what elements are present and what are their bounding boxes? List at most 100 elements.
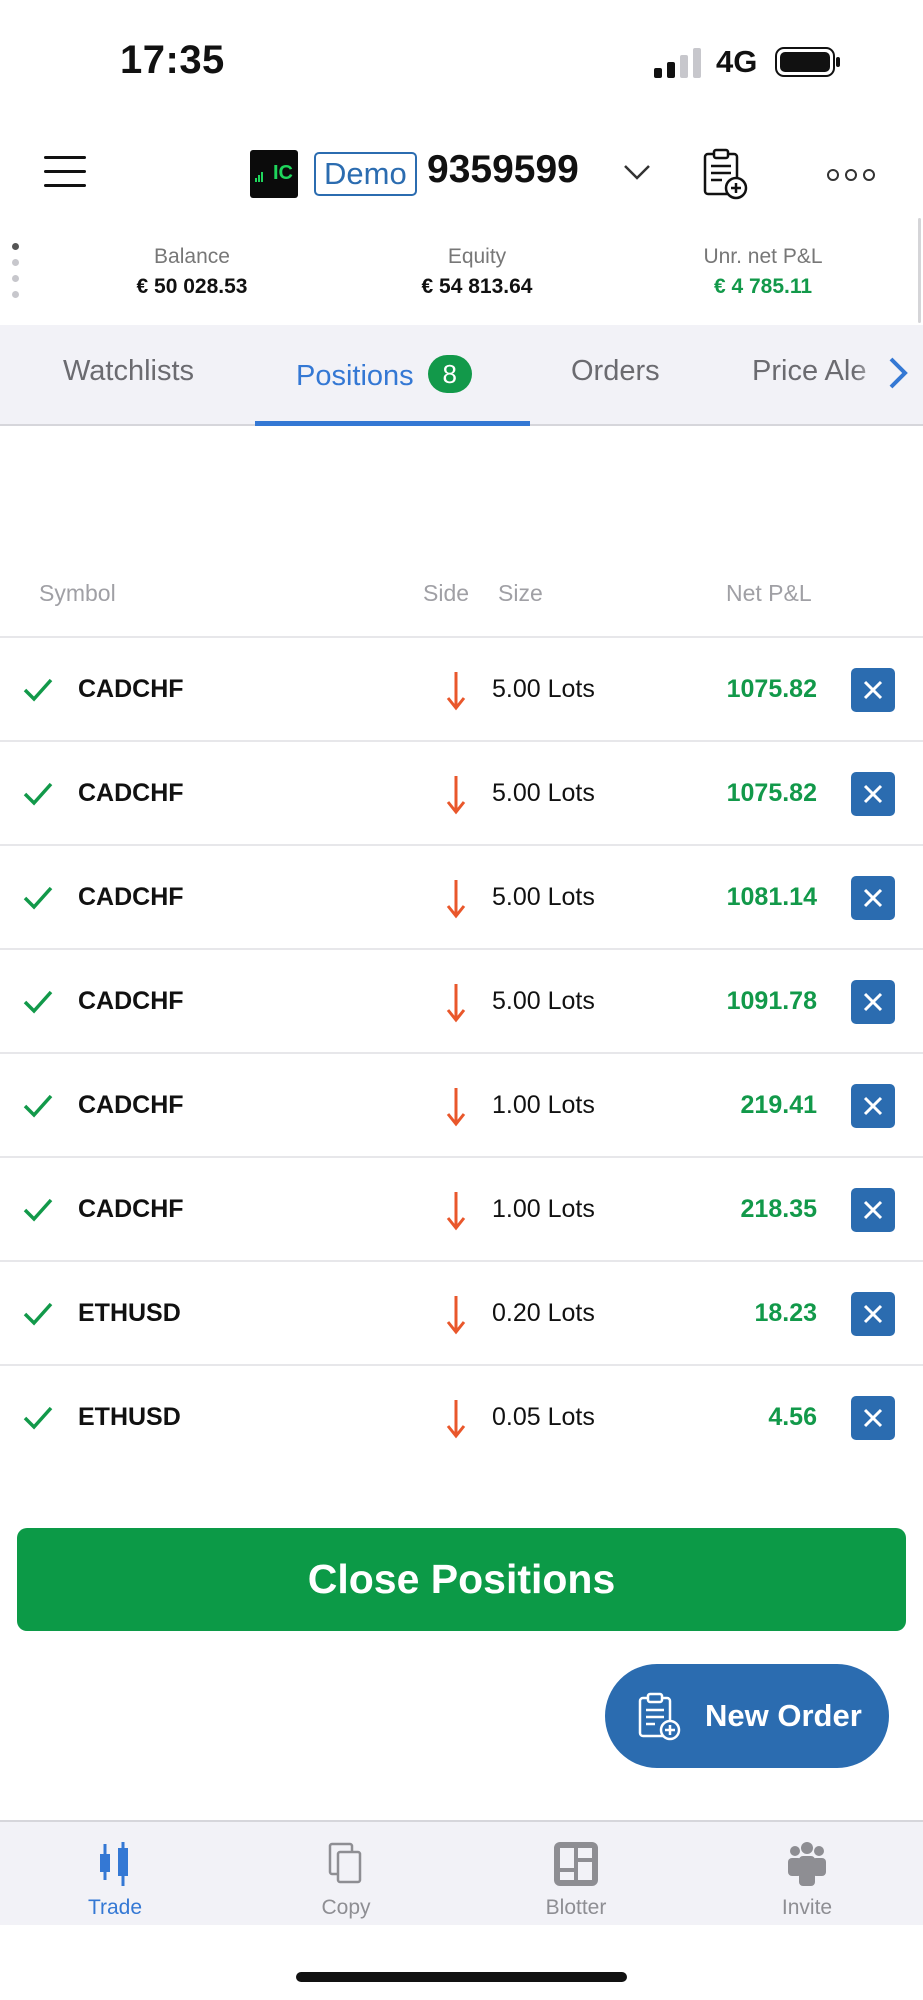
check-icon[interactable] [22, 988, 54, 1016]
close-positions-button[interactable]: Close Positions [17, 1528, 906, 1631]
column-symbol[interactable]: Symbol [39, 580, 116, 607]
close-icon [863, 1096, 883, 1116]
balance-value: € 50 028.53 [136, 275, 248, 298]
account-number[interactable]: 9359599 [427, 148, 579, 192]
tab-price-alerts[interactable]: Price Ale [752, 355, 866, 388]
demo-badge[interactable]: Demo [314, 152, 417, 196]
new-order-button[interactable]: New Order [605, 1664, 889, 1768]
position-row[interactable]: ETHUSD 0.20 Lots 18.23 [0, 1260, 923, 1364]
hamburger-menu-icon[interactable] [44, 156, 86, 188]
clipboard-add-icon[interactable] [702, 148, 748, 200]
account-summary: Balance € 50 028.53 Equity € 54 813.64 U… [0, 225, 923, 325]
check-icon[interactable] [22, 1092, 54, 1120]
position-pnl: 1081.14 [726, 883, 817, 911]
close-position-button[interactable] [851, 1396, 895, 1440]
position-size: 0.05 Lots [492, 1403, 595, 1431]
tab-orders[interactable]: Orders [571, 355, 660, 388]
status-bar: 17:35 4G [0, 0, 923, 120]
position-size: 5.00 Lots [492, 779, 595, 807]
active-tab-indicator [255, 421, 530, 426]
check-icon[interactable] [22, 676, 54, 704]
sell-arrow-icon [446, 984, 466, 1023]
positions-list: CADCHF 5.00 Lots 1075.82 CADCHF 5.00 Lot… [0, 636, 923, 1468]
nav-copy[interactable]: Copy [266, 1840, 426, 1920]
position-pnl: 1075.82 [726, 675, 817, 703]
blotter-icon [554, 1842, 598, 1886]
close-position-button[interactable] [851, 1292, 895, 1336]
position-row[interactable]: CADCHF 5.00 Lots 1075.82 [0, 740, 923, 844]
page-dots[interactable] [12, 243, 22, 313]
sell-arrow-icon [446, 880, 466, 919]
scroll-indicator [918, 218, 921, 323]
nav-blotter-label: Blotter [545, 1896, 607, 1919]
close-position-button[interactable] [851, 876, 895, 920]
check-icon[interactable] [22, 884, 54, 912]
copy-icon [328, 1842, 362, 1884]
logo-text: IC [273, 162, 293, 184]
close-position-button[interactable] [851, 668, 895, 712]
close-position-button[interactable] [851, 980, 895, 1024]
nav-invite-label: Invite [781, 1896, 833, 1919]
close-icon [863, 992, 883, 1012]
check-icon[interactable] [22, 1196, 54, 1224]
check-icon[interactable] [22, 1404, 54, 1432]
position-symbol: CADCHF [78, 675, 184, 703]
position-symbol: CADCHF [78, 779, 184, 807]
sell-arrow-icon [446, 1296, 466, 1335]
tab-positions[interactable]: Positions 8 [296, 355, 472, 393]
close-position-button[interactable] [851, 1084, 895, 1128]
broker-logo: IC [250, 150, 298, 198]
balance-summary: Balance € 50 028.53 [72, 245, 312, 299]
position-size: 1.00 Lots [492, 1091, 595, 1119]
signal-icon [654, 48, 701, 78]
people-icon [788, 1842, 826, 1886]
sell-arrow-icon [446, 1192, 466, 1231]
close-icon [863, 784, 883, 804]
position-size: 1.00 Lots [492, 1195, 595, 1223]
position-row[interactable]: CADCHF 5.00 Lots 1091.78 [0, 948, 923, 1052]
position-row[interactable]: CADCHF 1.00 Lots 219.41 [0, 1052, 923, 1156]
position-pnl: 1091.78 [726, 987, 817, 1015]
close-icon [863, 1200, 883, 1220]
close-position-button[interactable] [851, 772, 895, 816]
nav-copy-label: Copy [321, 1896, 371, 1919]
nav-trade-label: Trade [87, 1896, 143, 1919]
chevron-down-icon[interactable] [622, 158, 652, 184]
position-row[interactable]: CADCHF 5.00 Lots 1075.82 [0, 636, 923, 740]
tab-watchlists[interactable]: Watchlists [63, 355, 194, 388]
battery-icon [775, 47, 840, 77]
position-pnl: 1075.82 [726, 779, 817, 807]
sell-arrow-icon [446, 776, 466, 815]
check-icon[interactable] [22, 780, 54, 808]
more-options-icon[interactable] [826, 168, 876, 182]
position-row[interactable]: CADCHF 1.00 Lots 218.35 [0, 1156, 923, 1260]
unrealized-pnl-label: Unr. net P&L [703, 245, 823, 268]
home-indicator[interactable] [296, 1972, 627, 1982]
equity-summary: Equity € 54 813.64 [357, 245, 597, 299]
position-symbol: CADCHF [78, 1091, 184, 1119]
close-icon [863, 1408, 883, 1428]
unrealized-pnl-value: € 4 785.11 [713, 275, 813, 298]
position-size: 5.00 Lots [492, 883, 595, 911]
equity-label: Equity [447, 245, 507, 268]
check-icon[interactable] [22, 1300, 54, 1328]
nav-invite[interactable]: Invite [727, 1840, 887, 1920]
chevron-right-icon[interactable] [885, 355, 911, 391]
sell-arrow-icon [446, 672, 466, 711]
position-row[interactable]: CADCHF 5.00 Lots 1081.14 [0, 844, 923, 948]
nav-blotter[interactable]: Blotter [496, 1840, 656, 1920]
position-size: 5.00 Lots [492, 675, 595, 703]
nav-trade[interactable]: Trade [35, 1840, 195, 1920]
position-pnl: 219.41 [740, 1091, 817, 1119]
network-label: 4G [716, 44, 758, 79]
new-order-label: New Order [705, 1698, 862, 1733]
column-size[interactable]: Size [498, 580, 543, 607]
close-position-button[interactable] [851, 1188, 895, 1232]
position-symbol: CADCHF [78, 987, 184, 1015]
position-pnl: 4.56 [768, 1403, 817, 1431]
column-net-pnl[interactable]: Net P&L [726, 580, 812, 607]
column-side[interactable]: Side [423, 580, 469, 607]
positions-count-badge: 8 [427, 355, 472, 393]
position-symbol: CADCHF [78, 883, 184, 911]
position-row[interactable]: ETHUSD 0.05 Lots 4.56 [0, 1364, 923, 1468]
